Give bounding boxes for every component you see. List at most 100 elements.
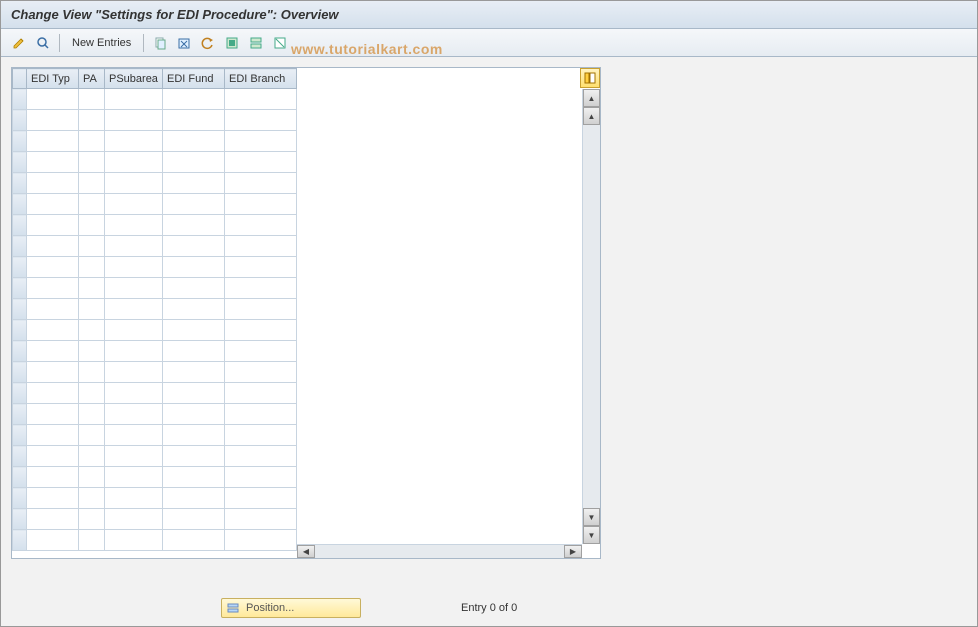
table-row[interactable] — [13, 299, 297, 320]
cell[interactable] — [79, 488, 105, 509]
table-row[interactable] — [13, 383, 297, 404]
select-all-icon[interactable] — [222, 33, 242, 53]
row-selector[interactable] — [13, 530, 27, 551]
row-selector[interactable] — [13, 341, 27, 362]
position-button[interactable]: Position... — [221, 598, 361, 618]
cell[interactable] — [79, 173, 105, 194]
cell[interactable] — [105, 278, 163, 299]
row-selector[interactable] — [13, 89, 27, 110]
table-row[interactable] — [13, 215, 297, 236]
cell[interactable] — [225, 131, 297, 152]
row-selector[interactable] — [13, 425, 27, 446]
cell[interactable] — [79, 236, 105, 257]
cell[interactable] — [27, 530, 79, 551]
delete-icon[interactable] — [174, 33, 194, 53]
cell[interactable] — [27, 404, 79, 425]
table-row[interactable] — [13, 509, 297, 530]
cell[interactable] — [79, 278, 105, 299]
cell[interactable] — [27, 152, 79, 173]
cell[interactable] — [27, 110, 79, 131]
cell[interactable] — [27, 488, 79, 509]
cell[interactable] — [79, 341, 105, 362]
row-selector[interactable] — [13, 236, 27, 257]
cell[interactable] — [163, 110, 225, 131]
cell[interactable] — [163, 425, 225, 446]
cell[interactable] — [79, 509, 105, 530]
cell[interactable] — [27, 299, 79, 320]
table-row[interactable] — [13, 278, 297, 299]
cell[interactable] — [79, 257, 105, 278]
table-row[interactable] — [13, 530, 297, 551]
cell[interactable] — [105, 173, 163, 194]
cell[interactable] — [79, 299, 105, 320]
cell[interactable] — [27, 131, 79, 152]
cell[interactable] — [105, 257, 163, 278]
row-selector[interactable] — [13, 215, 27, 236]
cell[interactable] — [163, 362, 225, 383]
table-row[interactable] — [13, 89, 297, 110]
cell[interactable] — [27, 383, 79, 404]
table-row[interactable] — [13, 194, 297, 215]
cell[interactable] — [79, 467, 105, 488]
cell[interactable] — [163, 530, 225, 551]
table-row[interactable] — [13, 257, 297, 278]
table-row[interactable] — [13, 236, 297, 257]
scroll-right-icon[interactable]: ▶ — [564, 545, 582, 558]
cell[interactable] — [225, 278, 297, 299]
scroll-up-icon[interactable]: ▲ — [583, 107, 600, 125]
cell[interactable] — [105, 509, 163, 530]
cell[interactable] — [163, 341, 225, 362]
cell[interactable] — [105, 425, 163, 446]
cell[interactable] — [225, 383, 297, 404]
row-selector[interactable] — [13, 110, 27, 131]
scroll-track[interactable] — [583, 125, 600, 508]
column-header[interactable]: PSubarea — [105, 69, 163, 89]
scroll-left-icon[interactable]: ◀ — [297, 545, 315, 558]
table-row[interactable] — [13, 425, 297, 446]
cell[interactable] — [163, 173, 225, 194]
cell[interactable] — [105, 236, 163, 257]
cell[interactable] — [105, 215, 163, 236]
cell[interactable] — [27, 278, 79, 299]
cell[interactable] — [27, 173, 79, 194]
table-row[interactable] — [13, 488, 297, 509]
change-icon[interactable] — [9, 33, 29, 53]
row-selector-header[interactable] — [13, 69, 27, 89]
cell[interactable] — [225, 425, 297, 446]
cell[interactable] — [225, 530, 297, 551]
cell[interactable] — [105, 131, 163, 152]
cell[interactable] — [163, 320, 225, 341]
table-row[interactable] — [13, 404, 297, 425]
cell[interactable] — [105, 404, 163, 425]
cell[interactable] — [225, 194, 297, 215]
table-row[interactable] — [13, 131, 297, 152]
details-icon[interactable] — [33, 33, 53, 53]
table-row[interactable] — [13, 320, 297, 341]
cell[interactable] — [225, 89, 297, 110]
row-selector[interactable] — [13, 404, 27, 425]
cell[interactable] — [27, 215, 79, 236]
cell[interactable] — [27, 320, 79, 341]
cell[interactable] — [225, 467, 297, 488]
column-header[interactable]: PA — [79, 69, 105, 89]
cell[interactable] — [163, 89, 225, 110]
column-header[interactable]: EDI Typ — [27, 69, 79, 89]
cell[interactable] — [163, 194, 225, 215]
new-entries-button[interactable]: New Entries — [66, 33, 137, 53]
cell[interactable] — [225, 446, 297, 467]
cell[interactable] — [163, 152, 225, 173]
table-settings-icon[interactable] — [580, 68, 600, 88]
cell[interactable] — [225, 173, 297, 194]
horizontal-scrollbar[interactable]: ◀ ▶ — [297, 544, 582, 558]
cell[interactable] — [105, 110, 163, 131]
cell[interactable] — [163, 215, 225, 236]
cell[interactable] — [225, 236, 297, 257]
cell[interactable] — [225, 299, 297, 320]
row-selector[interactable] — [13, 257, 27, 278]
row-selector[interactable] — [13, 467, 27, 488]
cell[interactable] — [79, 194, 105, 215]
cell[interactable] — [27, 341, 79, 362]
cell[interactable] — [79, 425, 105, 446]
cell[interactable] — [225, 152, 297, 173]
cell[interactable] — [225, 509, 297, 530]
